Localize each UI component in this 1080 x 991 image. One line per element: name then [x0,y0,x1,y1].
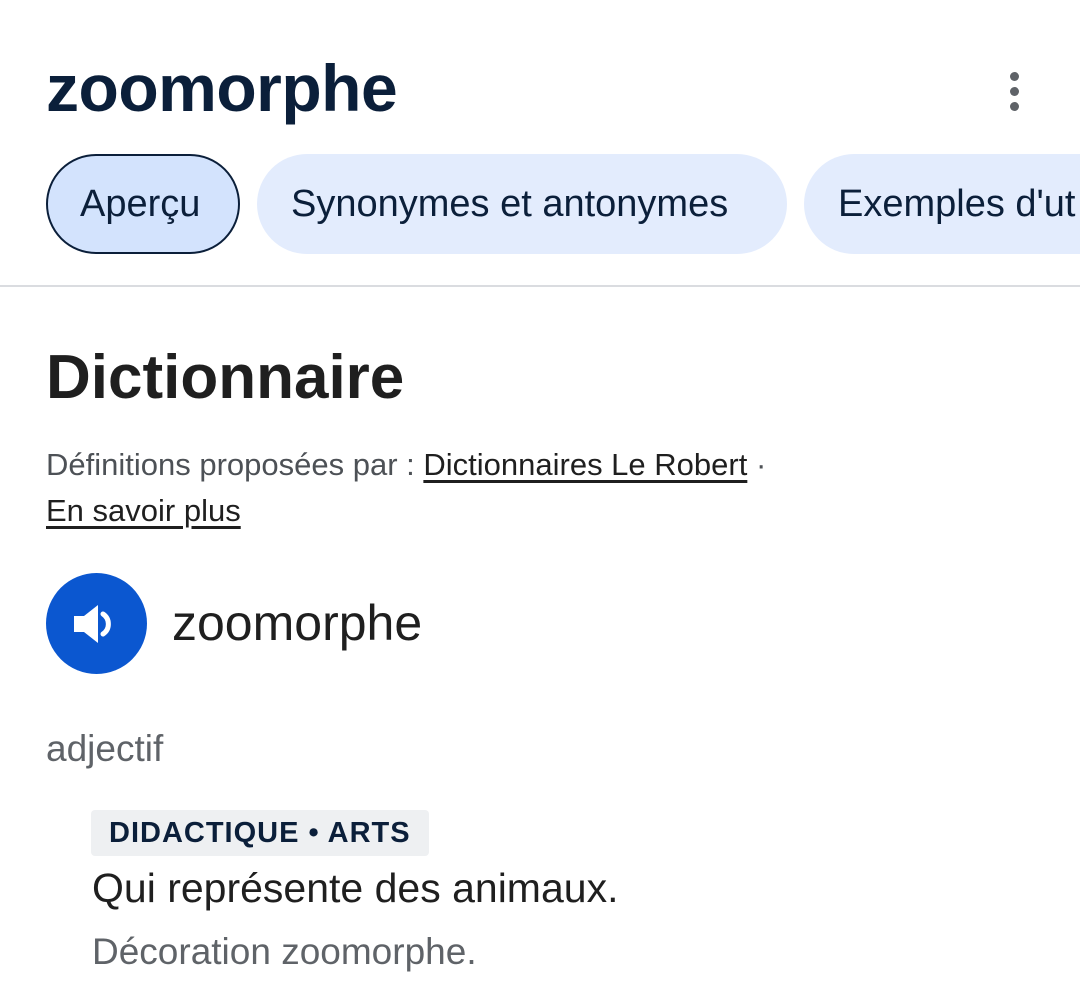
tab-bar: Aperçu Synonymes et antonymes Exemples d… [46,154,1080,256]
source-separator: · [747,447,767,482]
more-vert-icon-dot [1009,86,1019,96]
speaker-icon [73,604,111,643]
entry-word: zoomorphe [172,595,423,651]
tab-exemples[interactable]: Exemples d'ut [804,154,1080,254]
source-attribution: Définitions proposées par : Dictionnaire… [46,442,1006,534]
source-prefix: Définitions proposées par : [46,447,424,482]
pronunciation-button[interactable] [46,573,147,674]
tab-synonymes-antonymes[interactable]: Synonymes et antonymes [257,154,787,254]
divider [0,285,1080,287]
learn-more-link[interactable]: En savoir plus [46,493,241,528]
usage-label-badge: DIDACTIQUE • ARTS [91,810,429,856]
dictionary-page: zoomorphe Aperçu Synonymes et antonymes … [0,0,1080,991]
more-vert-icon [1009,71,1019,81]
source-link[interactable]: Dictionnaires Le Robert [423,447,747,482]
tab-apercu[interactable]: Aperçu [46,154,240,254]
part-of-speech: adjectif [46,728,164,769]
more-options-button[interactable] [994,66,1034,116]
example-text: Décoration zoomorphe. [92,931,477,972]
definition-text: Qui représente des animaux. [92,865,619,911]
page-title: zoomorphe [46,51,398,125]
section-title: Dictionnaire [46,343,405,412]
more-vert-icon-dot [1009,101,1019,111]
